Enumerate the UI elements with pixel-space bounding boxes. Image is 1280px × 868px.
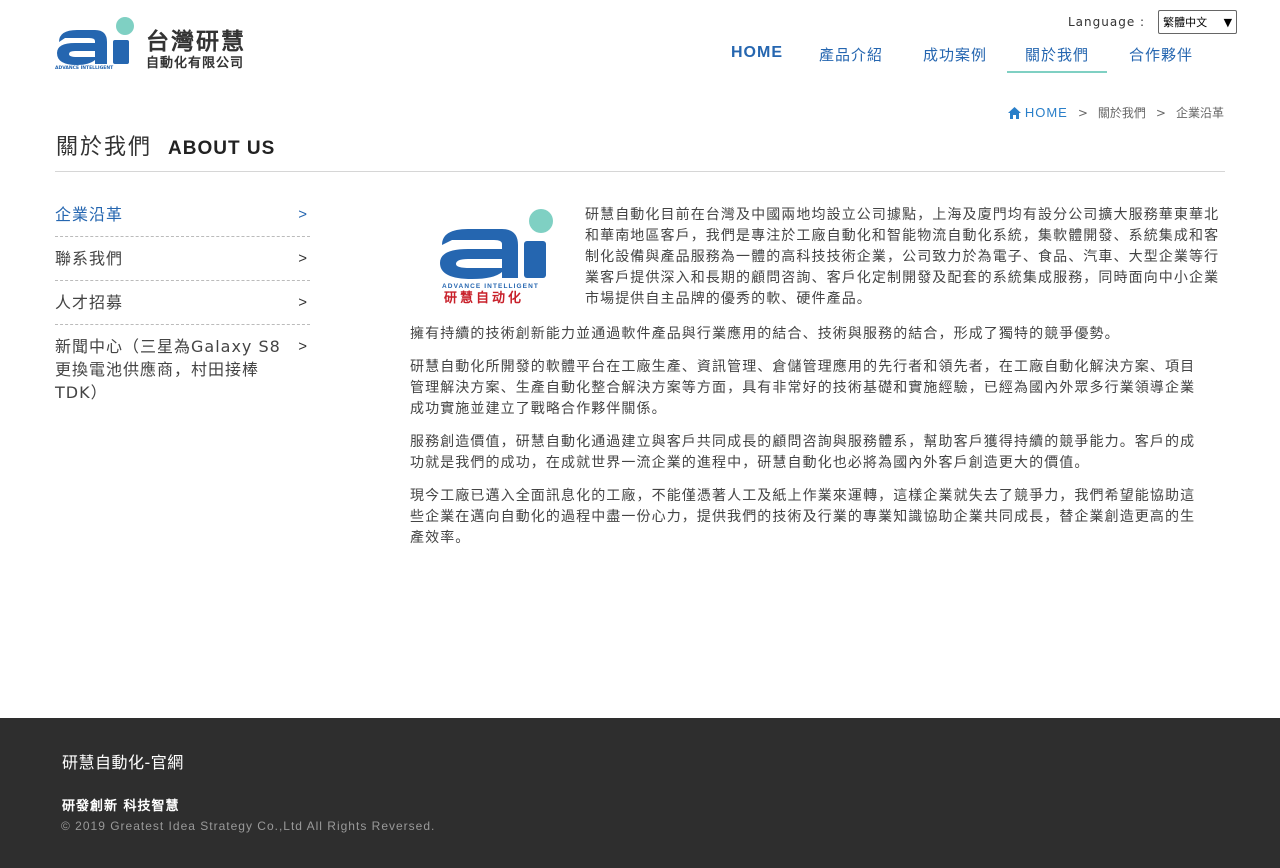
chevron-right-icon: >: [298, 294, 308, 311]
logo-sub-en: ADVANCE INTELLIGENT: [442, 283, 539, 290]
home-icon: [1007, 106, 1021, 119]
language-selected-value: 繁體中文: [1163, 16, 1208, 29]
sidebar-item-label: 新聞中心（三星為Galaxy S8更換電池供應商，村田接棒TDK）: [55, 337, 281, 402]
intro-paragraph: 研慧自動化目前在台灣及中國兩地均設立公司據點，上海及廈門均有設分公司擴大服務華東…: [585, 207, 1220, 307]
brand-name-bottom: 自動化有限公司: [146, 56, 245, 71]
logo-subtitle: ADVANCE INTELLIGENT: [55, 66, 114, 71]
page-title: 關於我們 ABOUT US: [56, 129, 275, 161]
main-content: ADVANCE INTELLIGENT 研慧自动化 研慧自動化目前在台灣及中國兩…: [410, 205, 1225, 549]
footer-site-name: 研慧自動化-官網: [62, 753, 184, 772]
footer-copyright: © 2019 Greatest Idea Strategy Co.,Ltd Al…: [61, 819, 436, 833]
sidebar-menu: 企業沿革 > 聯系我們 > 人才招募 > 新聞中心（三星為Galaxy S8更換…: [55, 193, 310, 414]
brand-logo[interactable]: ADVANCE INTELLIGENT 台灣研慧 自動化有限公司: [55, 16, 265, 76]
language-switcher: Language : 繁體中文 ▼: [1068, 10, 1238, 34]
breadcrumb: HOME > 關於我們 > 企業沿革: [1007, 104, 1224, 121]
brand-name-top: 台灣研慧: [146, 29, 246, 55]
page-title-cn: 關於我們: [56, 135, 153, 160]
breadcrumb-about-us[interactable]: 關於我們: [1098, 104, 1146, 121]
sidebar-item-label: 人才招募: [55, 293, 124, 312]
nav-products[interactable]: 產品介紹: [799, 38, 903, 73]
breadcrumb-current: 企業沿革: [1175, 106, 1224, 120]
language-select[interactable]: 繁體中文 ▼: [1158, 10, 1238, 34]
sidebar-item-careers[interactable]: 人才招募 >: [55, 281, 310, 325]
sidebar-item-label: 企業沿革: [55, 205, 124, 224]
dropdown-arrow-icon: ▼: [1223, 15, 1233, 29]
content-paragraph: 研慧自動化所開發的軟體平台在工廠生產、資訊管理、倉儲管理應用的先行者和領先者，在…: [410, 359, 1196, 417]
breadcrumb-home[interactable]: HOME: [1007, 105, 1068, 120]
sidebar-item-label: 聯系我們: [55, 249, 124, 268]
company-logo-image: ADVANCE INTELLIGENT 研慧自动化: [440, 209, 553, 306]
logo-sub-cn: 研慧自动化: [444, 290, 524, 306]
site-header: ADVANCE INTELLIGENT 台灣研慧 自動化有限公司 Languag…: [0, 0, 1280, 90]
sidebar-item-contact[interactable]: 聯系我們 >: [55, 237, 310, 281]
footer-slogan: 研發創新 科技智慧: [62, 799, 180, 814]
chevron-right-icon: >: [298, 250, 308, 267]
ai-logo-icon: [57, 17, 134, 65]
page-title-en: ABOUT US: [168, 138, 276, 159]
content-paragraph: 現今工廠已邁入全面訊息化的工廠，不能僅憑著人工及紙上作業來運轉，這樣企業就失去了…: [410, 488, 1196, 546]
title-divider: [55, 171, 1225, 172]
breadcrumb-home-label: HOME: [1024, 105, 1068, 120]
nav-success-cases[interactable]: 成功案例: [903, 38, 1007, 73]
breadcrumb-separator: >: [1077, 105, 1088, 120]
site-footer: 研慧自動化-官網 研發創新 科技智慧 © 2019 Greatest Idea …: [0, 718, 1280, 868]
content-paragraph: 服務創造價值，研慧自動化通過建立與客戶共同成長的顧問咨詢與服務體系，幫助客戶獲得…: [410, 434, 1196, 471]
content-paragraph: 擁有持續的技術創新能力並通過軟件產品與行業應用的結合、技術與服務的結合，形成了獨…: [410, 326, 1120, 342]
breadcrumb-separator: >: [1155, 105, 1166, 120]
nav-about-us[interactable]: 關於我們: [1007, 38, 1107, 73]
sidebar-item-history[interactable]: 企業沿革 >: [55, 193, 310, 237]
language-label: Language :: [1068, 15, 1146, 29]
main-nav: HOME 產品介紹 成功案例 關於我們 合作夥伴: [715, 38, 1215, 73]
nav-partners[interactable]: 合作夥伴: [1107, 38, 1215, 73]
sidebar-item-news[interactable]: 新聞中心（三星為Galaxy S8更換電池供應商，村田接棒TDK） >: [55, 325, 310, 414]
nav-home[interactable]: HOME: [715, 38, 799, 73]
chevron-right-icon: >: [298, 338, 308, 355]
chevron-right-icon: >: [298, 206, 308, 223]
